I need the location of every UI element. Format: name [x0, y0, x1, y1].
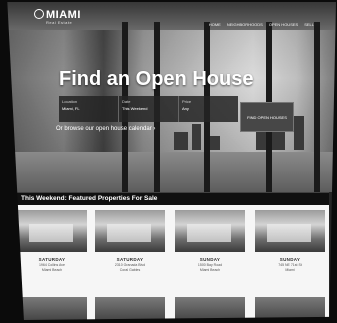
top-navigation: HOME NEIGHBORHOODS OPEN HOUSES SELL	[209, 22, 314, 27]
nav-item-open-houses[interactable]: OPEN HOUSES	[269, 22, 298, 27]
price-label: Price	[182, 99, 192, 104]
location-label: Location	[62, 99, 78, 104]
listing-address: 1500 Bay Road Miami Beach	[175, 263, 245, 272]
monitor-screen: MIAMI Real Estate HOME NEIGHBORHOODS OPE…	[7, 2, 336, 320]
open-house-search-form: Location Miami, FL Date This Weekend Pri…	[59, 96, 238, 122]
listing-name: SUNDAY	[279, 257, 301, 262]
skyline-building	[294, 116, 304, 150]
featured-title: This Weekend: Featured Properties For Sa…	[21, 195, 158, 202]
listing-address: 1964 Collins Ave Miami Beach	[17, 263, 87, 272]
site-logo[interactable]: MIAMI Real Estate	[34, 9, 81, 25]
listing-address-line: Miami Beach	[199, 267, 221, 272]
listing-photo-row2[interactable]	[17, 297, 87, 320]
listing-card[interactable]: SUNDAY 745 NE 71st St Miami	[255, 210, 325, 272]
skyline-building	[174, 132, 188, 150]
date-label: Date	[122, 99, 131, 104]
find-open-houses-button[interactable]: FIND OPEN HOUSES	[240, 102, 294, 132]
listing-card[interactable]: SATURDAY 1964 Collins Ave Miami Beach	[17, 210, 87, 272]
logo-circle-icon	[34, 9, 44, 19]
listing-address-line: Miami	[285, 267, 295, 272]
nav-item-neighborhoods[interactable]: NEIGHBORHOODS	[227, 22, 263, 27]
price-field[interactable]: Price Any	[179, 96, 238, 122]
listing-photo[interactable]	[255, 210, 325, 252]
listing-name: SATURDAY	[38, 257, 66, 262]
open-house-calendar-link[interactable]: Or browse our open house calendar ›	[56, 126, 155, 132]
listing-photo-row2[interactable]	[175, 297, 245, 320]
location-value: Miami, FL	[62, 106, 80, 111]
window-frame	[314, 22, 320, 192]
nav-item-home[interactable]: HOME	[209, 22, 221, 27]
listing-photo[interactable]	[95, 210, 165, 252]
listing-photo[interactable]	[175, 210, 245, 252]
listing-photo[interactable]	[17, 210, 87, 252]
listing-name: SUNDAY	[199, 257, 221, 262]
price-value: Any	[182, 106, 189, 111]
featured-listings: SATURDAY 1964 Collins Ave Miami Beach SA…	[11, 205, 329, 320]
hero-title: Find an Open House	[59, 68, 254, 90]
date-value: This Weekend	[122, 106, 148, 111]
date-field[interactable]: Date This Weekend	[119, 96, 179, 122]
skyline-building	[192, 124, 201, 150]
hero-floor	[7, 152, 336, 192]
listing-photo-row2[interactable]	[255, 297, 325, 320]
listing-address: 745 NE 71st St Miami	[255, 263, 325, 272]
listing-photo-row2[interactable]	[95, 297, 165, 320]
listing-address-line: Coral Gables	[119, 267, 141, 272]
nav-item-sell[interactable]: SELL	[304, 22, 314, 27]
listing-name: SATURDAY	[116, 257, 144, 262]
listing-card[interactable]: SUNDAY 1500 Bay Road Miami Beach	[175, 210, 245, 272]
location-field[interactable]: Location Miami, FL	[59, 96, 119, 122]
listing-address: 2310 Granada Blvd Coral Gables	[95, 263, 165, 272]
featured-header-bar: This Weekend: Featured Properties For Sa…	[11, 192, 329, 205]
listing-card[interactable]: SATURDAY 2310 Granada Blvd Coral Gables	[95, 210, 165, 272]
listing-address-line: Miami Beach	[41, 267, 63, 272]
